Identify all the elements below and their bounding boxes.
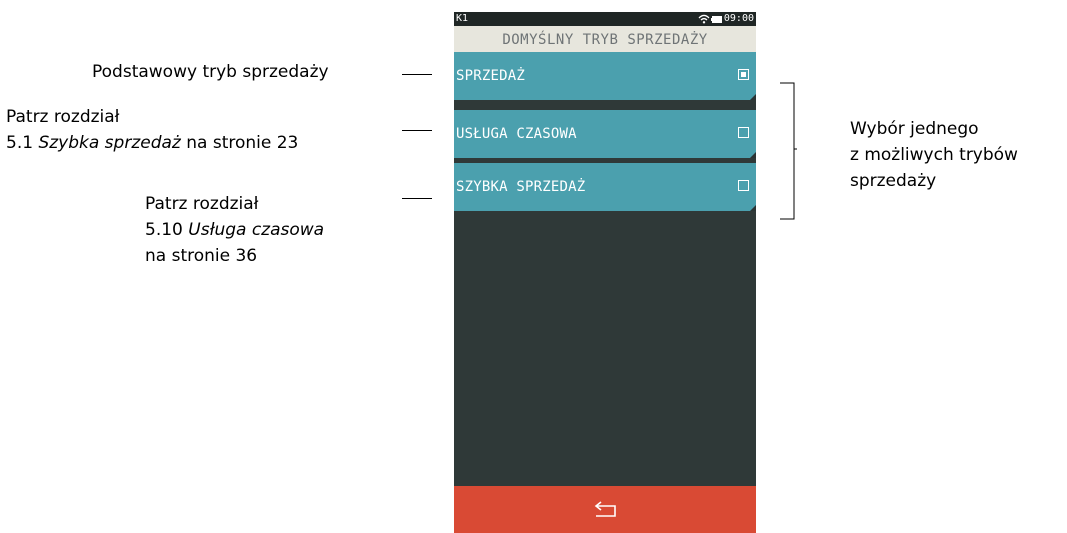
annotation-mode-choice-line3: sprzedaży [850,171,937,191]
annotation-time-service-line2: 5.10 Usługa czasowa [145,220,325,240]
leader-line-fast-sale [402,130,432,131]
back-arrow-icon [594,501,616,517]
battery-icon [710,15,722,23]
screen-title: DOMYŚLNY TRYB SPRZEDAŻY [454,26,756,52]
device-screen: K1 09:00 DOMYŚLNY TRYB SPRZEDAŻY SPRZEDA… [454,12,756,533]
checkbox-checked[interactable] [738,69,749,80]
annotation-time-service-line1: Patrz rozdział [145,194,259,214]
corner-fold [750,152,756,158]
annotation-mode-choice-line1: Wybór jednego [850,119,979,139]
annotation-mode-choice: Wybór jednego z możliwych trybów sprzeda… [850,116,1018,194]
menu-item-szybka-sprzedaz[interactable]: SZYBKA SPRZEDAŻ [454,163,756,211]
annotation-time-service-line3: na stronie 36 [145,246,258,266]
checkbox-unchecked[interactable] [738,127,749,138]
annotation-fast-sale-reference: Patrz rozdział 5.1 Szybka sprzedaż na st… [6,104,298,156]
annotation-default-mode: Podstawowy tryb sprzedaży [92,62,329,82]
annotation-fast-sale-line1: Patrz rozdział [6,107,120,127]
status-bar: K1 09:00 [454,12,756,26]
corner-fold [750,94,756,100]
back-button[interactable] [454,486,756,533]
annotation-time-service-reference: Patrz rozdział 5.10 Usługa czasowa na st… [145,191,324,269]
terminal-id: K1 [456,13,469,24]
menu-item-usluga-czasowa[interactable]: USŁUGA CZASOWA [454,110,756,158]
menu-item-label: SZYBKA SPRZEDAŻ [456,179,586,195]
wifi-icon [698,14,710,24]
menu-item-sprzedaz[interactable]: SPRZEDAŻ [454,52,756,100]
menu-item-label: SPRZEDAŻ [456,68,526,84]
leader-line-time-service [402,198,432,199]
leader-line-default-mode [402,74,432,75]
menu-item-label: USŁUGA CZASOWA [456,126,577,142]
annotation-mode-choice-line2: z możliwych trybów [850,145,1018,165]
annotation-fast-sale-line2: 5.1 Szybka sprzedaż na stronie 23 [6,133,299,153]
status-right: 09:00 [698,12,754,26]
checkbox-unchecked[interactable] [738,180,749,191]
bracket-right [780,82,797,220]
clock: 09:00 [723,13,754,24]
corner-fold [750,205,756,211]
